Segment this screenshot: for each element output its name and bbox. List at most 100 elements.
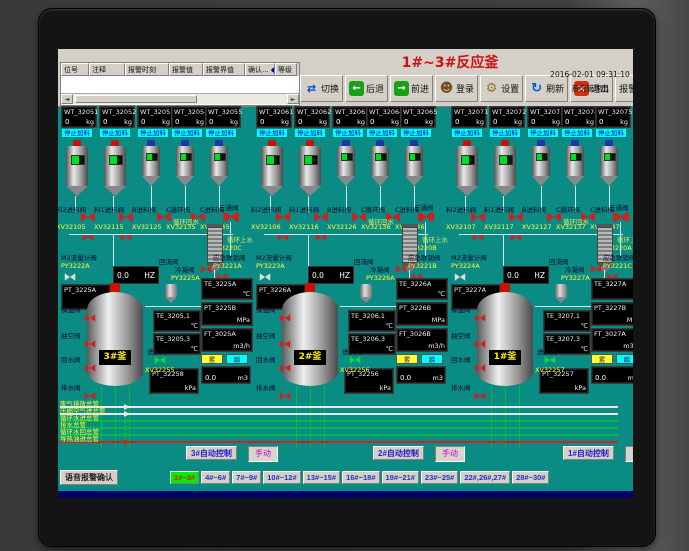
reactor-group-tab[interactable]: 7#~9# <box>232 471 261 484</box>
instrument-unit: MPa <box>237 316 250 324</box>
stop-feed-button[interactable]: 停止加料 <box>256 128 288 138</box>
reactor-valve[interactable] <box>475 364 486 372</box>
reactor-valve[interactable] <box>155 356 166 364</box>
tank-weight-tag: WT_32065 <box>403 108 437 116</box>
tank-body <box>566 146 584 176</box>
stop-feed-button[interactable]: 停止加料 <box>489 128 521 138</box>
reactor-group-tab[interactable]: 13#~15# <box>303 471 340 484</box>
reactor-bottom <box>477 372 533 386</box>
stop-feed-button[interactable]: 停止加料 <box>451 128 483 138</box>
auto-control-button[interactable]: 1#自动控制 <box>563 446 614 460</box>
stop-feed-button[interactable]: 停止加料 <box>332 128 364 138</box>
stop-feed-button[interactable]: 停止加料 <box>137 128 169 138</box>
reactor-valve[interactable] <box>280 392 291 400</box>
feed-valve[interactable] <box>509 212 523 222</box>
tank-weight-value: 0 <box>599 118 603 126</box>
toolbar-button-2[interactable]: ←后退 <box>345 75 388 102</box>
tank-weight-value: 0 <box>141 118 145 126</box>
tank-weight-unit: kg <box>319 118 327 126</box>
toolbar-button-4[interactable]: ☻登录 <box>435 75 478 102</box>
flow-metering-valve[interactable] <box>455 273 466 281</box>
reactor-valve[interactable] <box>85 340 96 348</box>
totalizer-instant-button[interactable]: 瞬时 <box>616 354 633 364</box>
toolbar-button-1[interactable]: ⇄切换 <box>300 75 343 102</box>
stop-feed-button[interactable]: 停止加料 <box>171 128 203 138</box>
reactor-group-tab[interactable]: 23#~25# <box>421 471 458 484</box>
condenser-valve[interactable] <box>396 265 407 273</box>
scroll-left-button[interactable]: ◄ <box>61 94 73 104</box>
alarm-column-label: 注释 <box>92 65 106 75</box>
toolbar-button-5[interactable]: ⚙设置 <box>480 75 523 102</box>
stop-feed-button[interactable]: 停止加料 <box>527 128 559 138</box>
valve-name: C循环阀 <box>166 204 190 214</box>
auto-control-button[interactable]: 3#自动控制 <box>186 446 237 460</box>
pipe-main <box>60 413 618 415</box>
three-way-valve[interactable] <box>613 212 627 222</box>
feed-valve[interactable] <box>471 212 485 222</box>
flow-metering-valve[interactable] <box>260 273 271 281</box>
alarm-horizontal-scrollbar[interactable]: ◄ ► <box>61 93 299 104</box>
instrument-display: FT_3025Am3/h <box>201 328 253 352</box>
stop-feed-button[interactable]: 停止加料 <box>205 128 237 138</box>
feed-valve[interactable] <box>276 212 290 222</box>
pipe-flow-arrow <box>124 404 130 410</box>
instrument-tag: TE_3206,3 <box>351 335 385 343</box>
scrollbar-thumb[interactable] <box>75 95 197 103</box>
flow-valve-name: M2流量计阀 <box>61 252 97 262</box>
stop-feed-button[interactable]: 停止加料 <box>561 128 593 138</box>
instrument-tag: PT_3226B <box>399 304 431 312</box>
totalizer-total-button[interactable]: 累计 <box>201 354 223 364</box>
three-way-valve[interactable] <box>223 212 237 222</box>
reactor-valve[interactable] <box>350 356 361 364</box>
stop-feed-button[interactable]: 停止加料 <box>400 128 432 138</box>
reactor-group-tab[interactable]: 28#~30# <box>512 471 549 484</box>
agitator-frequency-unit: HZ <box>144 271 155 280</box>
condenser-valve[interactable] <box>591 265 602 273</box>
auto-control-button[interactable]: 2#自动控制 <box>373 446 424 460</box>
reactor-valve[interactable] <box>280 340 291 348</box>
tank-body <box>299 146 321 186</box>
reactor-valve[interactable] <box>475 314 486 322</box>
agitator-frequency-display: 0.0HZ <box>308 266 354 284</box>
three-way-valve[interactable] <box>418 212 432 222</box>
feed-valve[interactable] <box>119 212 133 222</box>
reactor-valve[interactable] <box>545 356 556 364</box>
feed-valve[interactable] <box>81 212 95 222</box>
reactor-group-tab[interactable]: 1#~3# <box>170 471 199 484</box>
reactor-valve[interactable] <box>475 340 486 348</box>
condenser-valve[interactable] <box>201 265 212 273</box>
reactor-group-tab[interactable]: 22#,26#,27# <box>460 471 510 484</box>
toolbar-button-label: 设置 <box>501 82 519 95</box>
stop-feed-button[interactable]: 停止加料 <box>366 128 398 138</box>
desktop-background: 位号注释报警时刻报警值报警界值确认...◆等级 ◄ ► 1#~3#反应釜 ⇄切换… <box>0 0 689 551</box>
reactor-valve[interactable] <box>280 364 291 372</box>
tank-weight-value: 0 <box>260 118 264 126</box>
stop-feed-button[interactable]: 停止加料 <box>61 128 93 138</box>
valve-tag: XV32126 <box>327 223 357 231</box>
stop-feed-button[interactable]: 停止加料 <box>294 128 326 138</box>
voice-alarm-ack-button[interactable]: 语音报警确认 <box>60 470 118 485</box>
tank-cone <box>371 176 389 186</box>
totalizer-total-button[interactable]: 累计 <box>396 354 418 364</box>
reactor-group-tab[interactable]: 16#~18# <box>342 471 379 484</box>
reactor-group-tab[interactable]: 19#~21# <box>382 471 419 484</box>
toolbar-button-3[interactable]: →前进 <box>390 75 433 102</box>
stop-feed-button[interactable]: 停止加料 <box>595 128 627 138</box>
totalizer-instant-button[interactable]: 瞬时 <box>421 354 443 364</box>
flow-metering-valve[interactable] <box>65 273 76 281</box>
totalizer-instant-button[interactable]: 瞬时 <box>226 354 248 364</box>
reactor-group-tab[interactable]: 10#~12# <box>263 471 300 484</box>
scroll-right-button[interactable]: ► <box>287 94 299 104</box>
reactor-valve[interactable] <box>85 364 96 372</box>
reactor-valve[interactable] <box>475 392 486 400</box>
flow-valve-tag: PY3222A <box>61 262 90 270</box>
back-arrow-icon: ← <box>349 81 364 96</box>
totalizer-total-button[interactable]: 累计 <box>591 354 613 364</box>
reactor-valve[interactable] <box>85 314 96 322</box>
reactor-group-tab[interactable]: 4#~6# <box>201 471 230 484</box>
tank-weight-tag: WT_32054 <box>174 108 208 116</box>
reactor-valve[interactable] <box>280 314 291 322</box>
feed-valve[interactable] <box>314 212 328 222</box>
stop-feed-button[interactable]: 停止加料 <box>99 128 131 138</box>
tank-weight-unit: kg <box>552 118 560 126</box>
